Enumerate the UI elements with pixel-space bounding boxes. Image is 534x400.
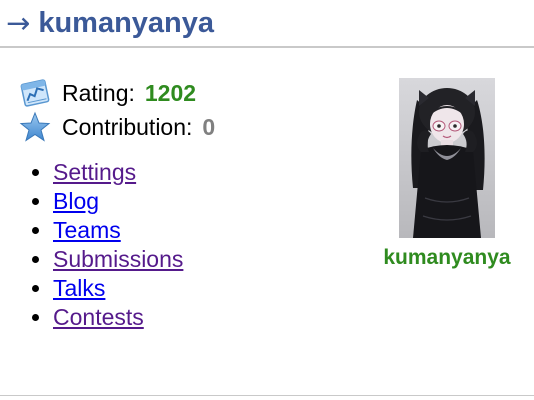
user-menu: Settings Blog Teams Submissions Talks Co… [0,158,183,332]
teams-link[interactable]: Teams [53,217,121,243]
avatar-handle[interactable]: kumanyanya [372,246,522,270]
submissions-link[interactable]: Submissions [53,246,183,272]
contribution-value: 0 [202,113,216,140]
arrow-right-icon: → [6,5,31,40]
rating-label: Rating: [62,79,135,106]
user-stats: Rating: 1202 Contribution: 0 [18,76,215,144]
avatar-box: kumanyanya [372,78,522,270]
sidebox-caption: → kumanyanya [0,0,534,48]
star-icon [18,111,52,143]
settings-link[interactable]: Settings [53,159,136,185]
user-sidebox: → kumanyanya Rating: 1202 Contribution: … [0,0,534,400]
blog-link[interactable]: Blog [53,188,99,214]
contests-link[interactable]: Contests [53,304,144,330]
bottom-divider [0,395,534,396]
contribution-row: Contribution: 0 [18,110,215,144]
rating-value: 1202 [144,79,197,106]
avatar[interactable] [399,78,495,238]
menu-item-teams: Teams [53,216,183,245]
menu-item-talks: Talks [53,274,183,303]
user-handle-title[interactable]: kumanyanya [38,8,214,38]
rating-row: Rating: 1202 [18,76,215,110]
contribution-label: Contribution: [62,113,193,140]
menu-item-blog: Blog [53,187,183,216]
talks-link[interactable]: Talks [53,275,105,301]
menu-item-contests: Contests [53,303,183,332]
menu-item-settings: Settings [53,158,183,187]
rating-chart-icon [18,77,52,109]
menu-item-submissions: Submissions [53,245,183,274]
